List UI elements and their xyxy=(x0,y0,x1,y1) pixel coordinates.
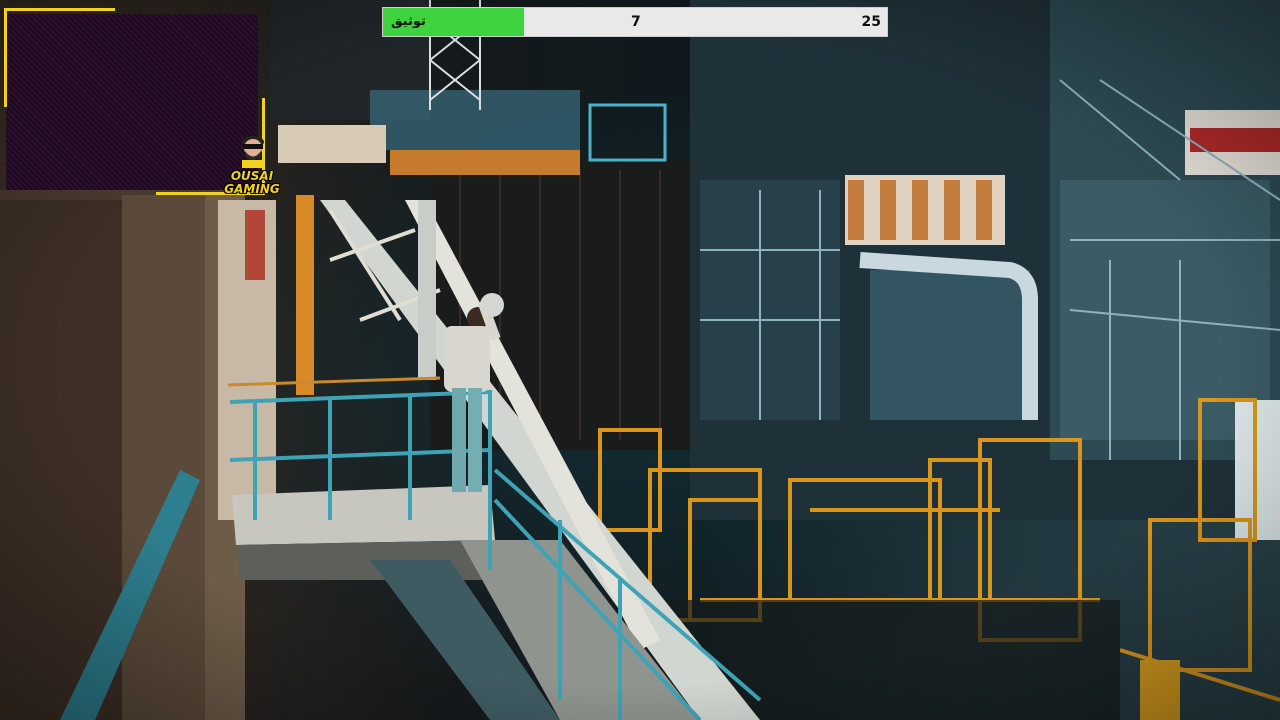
progress-current: 7 xyxy=(631,14,641,30)
channel-logo: OUSAI GAMING xyxy=(218,134,286,212)
progress-label: توثيق xyxy=(391,14,426,29)
logo-line-2: GAMING xyxy=(224,182,280,196)
avatar-icon xyxy=(242,136,264,168)
logo-text: OUSAI GAMING xyxy=(218,170,286,196)
progress-total: 25 xyxy=(861,14,881,30)
webcam-frame-corner xyxy=(4,8,115,107)
progress-bar: توثيق 7 25 xyxy=(382,7,888,37)
